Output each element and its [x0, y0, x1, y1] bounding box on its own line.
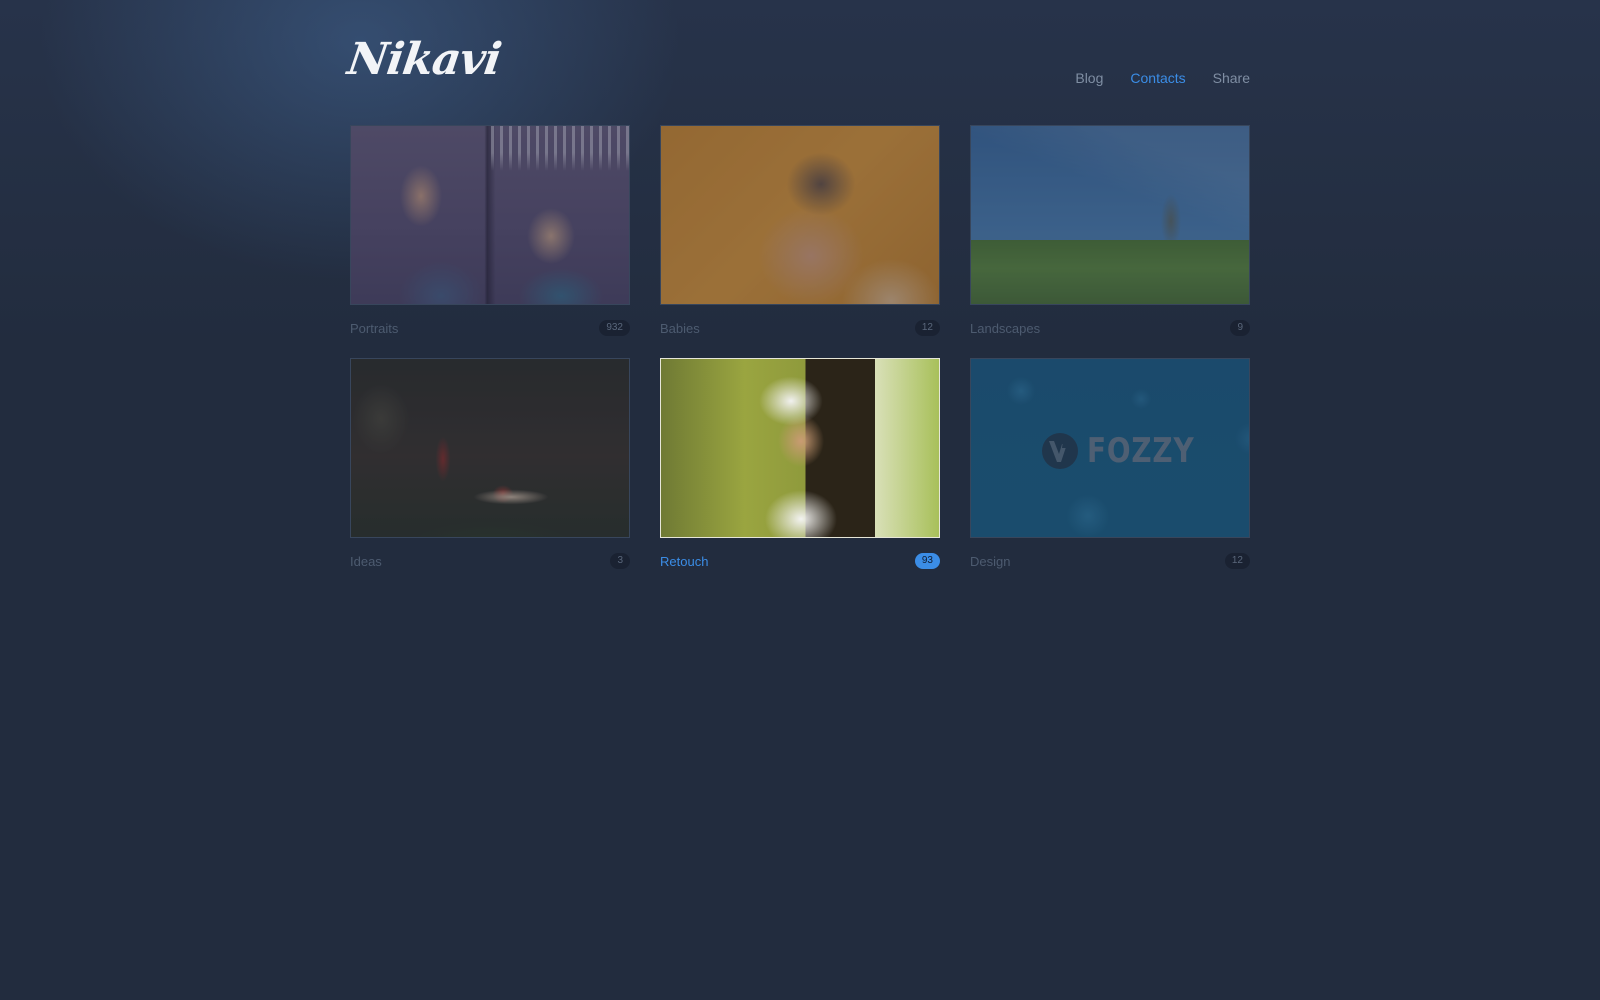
nav-contacts-link[interactable]: Contacts	[1130, 70, 1185, 86]
count-badge: 3	[610, 553, 630, 569]
gallery-item-label[interactable]: Ideas	[350, 554, 382, 569]
gallery-item-ideas[interactable]: Ideas 3	[350, 358, 630, 570]
count-badge: 932	[599, 320, 630, 336]
gallery-thumbnail[interactable]	[660, 358, 940, 538]
site-logo[interactable]: Nikavi	[344, 34, 503, 85]
count-badge: 9	[1230, 320, 1250, 336]
nav-blog-link[interactable]: Blog	[1075, 70, 1103, 86]
gallery-item-label[interactable]: Retouch	[660, 554, 708, 569]
gallery-thumbnail[interactable]	[970, 125, 1250, 305]
gallery-thumbnail[interactable]	[350, 125, 630, 305]
gallery-thumbnail[interactable]	[350, 358, 630, 538]
gallery-item-design[interactable]: FOZZY Design 12	[970, 358, 1250, 570]
gallery-item-landscapes[interactable]: Landscapes 9	[970, 125, 1250, 337]
count-badge: 12	[914, 320, 940, 336]
gallery-item-label[interactable]: Babies	[660, 321, 700, 336]
gallery-item-label[interactable]: Design	[970, 554, 1010, 569]
gallery-item-retouch[interactable]: Retouch 93	[660, 358, 940, 570]
gallery-item-babies[interactable]: Babies 12	[660, 125, 940, 337]
gallery-thumbnail[interactable]: FOZZY	[970, 358, 1250, 538]
gallery-item-portraits[interactable]: Portraits 932	[350, 125, 630, 337]
retouch-photo	[661, 359, 939, 537]
nav-share-link[interactable]: Share	[1213, 70, 1250, 86]
main-nav: Blog Contacts Share	[1075, 70, 1250, 86]
gallery-thumbnail[interactable]	[660, 125, 940, 305]
count-badge: 93	[914, 553, 940, 569]
gallery-item-label[interactable]: Portraits	[350, 321, 398, 336]
count-badge: 12	[1224, 553, 1250, 569]
gallery-item-label[interactable]: Landscapes	[970, 321, 1040, 336]
